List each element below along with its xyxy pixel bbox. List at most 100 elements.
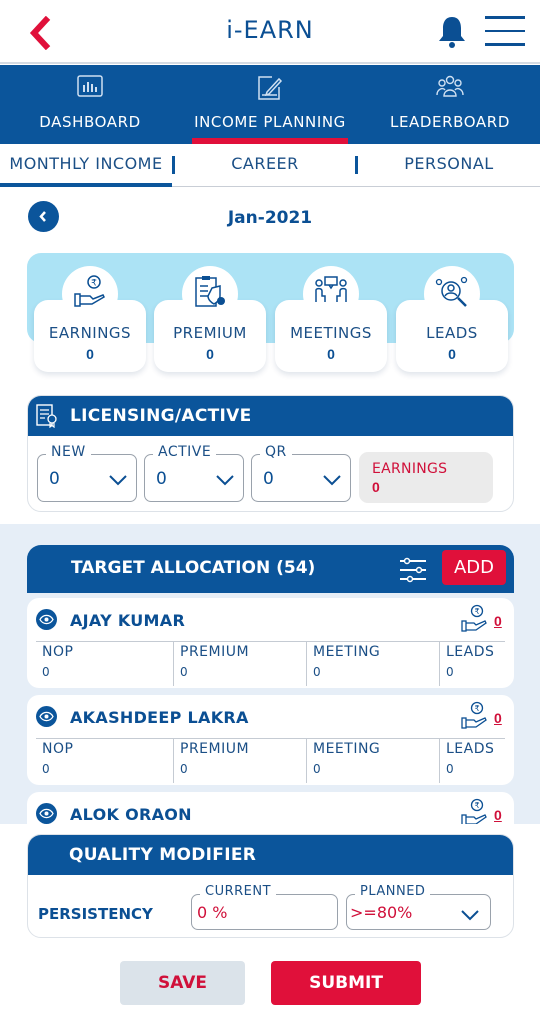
icon-bubble xyxy=(182,266,238,322)
select-value: 0 xyxy=(49,469,60,489)
sliders-icon xyxy=(400,557,426,583)
chevron-down-icon xyxy=(109,475,127,486)
select-label: NEW xyxy=(46,444,91,460)
icon-bubble xyxy=(303,266,359,322)
quality-modifier-panel: QUALITY MODIFIER PERSISTENCY CURRENT 0 %… xyxy=(27,834,514,938)
summary-value: 0 xyxy=(327,346,335,362)
svg-text:₹: ₹ xyxy=(474,801,479,810)
summary-value: 0 xyxy=(86,346,94,362)
metric-label: MEETING xyxy=(313,741,381,757)
chevron-down-icon xyxy=(323,475,341,486)
current-persistency-field[interactable]: CURRENT 0 % xyxy=(191,884,338,930)
summary-value: 0 xyxy=(448,346,456,362)
tab-label: INCOME PLANNING xyxy=(194,113,346,131)
licensing-header: LICENSING/ACTIVE xyxy=(28,396,513,436)
tab-leaderboard[interactable]: LEADERBOARD xyxy=(360,65,540,144)
subtab-personal[interactable]: PERSONAL xyxy=(358,144,540,186)
active-select[interactable]: ACTIVE 0 xyxy=(144,444,244,502)
metric-cell: MEETING 0 xyxy=(306,642,439,686)
metric-label: PREMIUM xyxy=(180,644,250,660)
quality-modifier-header: QUALITY MODIFIER xyxy=(28,835,513,875)
summary-label: PREMIUM xyxy=(173,324,247,342)
sub-nav: MONTHLY INCOME CAREER PERSONAL xyxy=(0,144,540,187)
metric-cell: LEADS 0 xyxy=(439,739,495,783)
metric-value: 0 xyxy=(180,665,188,679)
top-app-bar: i-EARN xyxy=(0,0,540,64)
target-allocation-title: TARGET ALLOCATION (54) xyxy=(71,558,316,578)
metric-cell: LEADS 0 xyxy=(439,642,495,686)
select-value: 0 xyxy=(263,469,274,489)
main-nav: DASHBOARD INCOME PLANNING LEADERBOARD xyxy=(0,65,540,144)
metric-cell: NOP 0 xyxy=(36,642,173,686)
metric-value: 0 xyxy=(446,665,454,679)
planned-persistency-select[interactable]: PLANNED >=80% xyxy=(346,884,491,930)
tab-label: LEADERBOARD xyxy=(390,113,510,131)
hamburger-line xyxy=(485,29,525,32)
metric-cell: PREMIUM 0 xyxy=(173,642,306,686)
view-agent-button[interactable] xyxy=(36,706,57,727)
agent-name: AJAY KUMAR xyxy=(70,611,186,630)
rupee-hand-icon: ₹ xyxy=(461,701,487,729)
notifications-button[interactable] xyxy=(436,14,468,50)
subtab-monthly-income[interactable]: MONTHLY INCOME xyxy=(0,144,172,187)
agent-card: AKASHDEEP LAKRA ₹0 NOP 0 PREMIUM 0 MEETING 0 LEA… xyxy=(27,695,514,785)
new-select[interactable]: NEW 0 xyxy=(37,444,137,502)
agent-name: ALOK ORAON xyxy=(70,805,192,824)
bar-chart-icon xyxy=(77,75,103,97)
meeting-icon xyxy=(315,276,347,302)
eye-icon xyxy=(39,808,54,819)
summary-card-meetings: MEETINGS 0 xyxy=(275,266,387,372)
earnings-label: EARNINGS xyxy=(372,461,448,477)
tab-income-planning[interactable]: INCOME PLANNING xyxy=(180,65,360,144)
leads-search-icon xyxy=(435,276,468,307)
subtab-career[interactable]: CAREER xyxy=(175,144,355,186)
metric-cell: NOP 0 xyxy=(36,739,173,783)
agent-metrics: NOP 0 PREMIUM 0 MEETING 0 LEADS 0 xyxy=(36,641,505,686)
metric-label: NOP xyxy=(42,644,74,660)
chevron-down-icon xyxy=(216,475,234,486)
persistency-label: PERSISTENCY xyxy=(38,905,153,923)
month-label: Jan-2021 xyxy=(227,208,313,228)
quality-modifier-title: QUALITY MODIFIER xyxy=(69,845,257,865)
summary-label: MEETINGS xyxy=(290,324,372,342)
menu-button[interactable] xyxy=(485,16,525,48)
agent-name: AKASHDEEP LAKRA xyxy=(70,708,249,727)
metric-label: PREMIUM xyxy=(180,741,250,757)
field-label: PLANNED xyxy=(355,884,431,899)
agent-earnings-link[interactable]: 0 xyxy=(494,613,502,629)
metric-cell: MEETING 0 xyxy=(306,739,439,783)
metric-label: LEADS xyxy=(446,644,495,660)
agent-metrics: NOP 0 PREMIUM 0 MEETING 0 LEADS 0 xyxy=(36,738,505,783)
metric-label: NOP xyxy=(42,741,74,757)
field-label: CURRENT xyxy=(200,884,277,899)
hamburger-menu-icon xyxy=(485,16,525,19)
svg-text:₹: ₹ xyxy=(474,607,479,616)
add-button[interactable]: ADD xyxy=(442,550,506,585)
hamburger-line xyxy=(485,43,525,46)
agent-earnings-link[interactable]: 0 xyxy=(494,710,502,726)
metric-label: LEADS xyxy=(446,741,495,757)
qr-select[interactable]: QR 0 xyxy=(251,444,351,502)
target-allocation-header: TARGET ALLOCATION (54) ADD xyxy=(27,545,514,593)
summary-card-leads: LEADS 0 xyxy=(396,266,508,372)
summary-value: 0 xyxy=(206,346,214,362)
month-selector: Jan-2021 xyxy=(0,196,540,236)
agent-earnings-link[interactable]: 0 xyxy=(494,807,502,823)
icon-bubble: ₹ xyxy=(62,266,118,322)
chevron-down-icon xyxy=(461,910,479,921)
bell-icon xyxy=(439,17,465,48)
summary-label: EARNINGS xyxy=(48,324,132,342)
agent-card: AJAY KUMAR ₹0 NOP 0 PREMIUM 0 MEETING 0 LEADS 0 xyxy=(27,598,514,688)
select-value: 0 xyxy=(156,469,167,489)
svg-text:₹: ₹ xyxy=(91,279,97,289)
view-agent-button[interactable] xyxy=(36,609,57,630)
tab-dashboard[interactable]: DASHBOARD xyxy=(0,65,180,144)
filter-button[interactable] xyxy=(398,557,428,583)
submit-button[interactable]: SUBMIT xyxy=(271,961,421,1005)
metric-label: MEETING xyxy=(313,644,381,660)
view-agent-button[interactable] xyxy=(36,803,57,824)
earnings-value: 0 xyxy=(372,479,380,495)
summary-label: LEADS xyxy=(426,324,478,342)
save-button[interactable]: SAVE xyxy=(120,961,245,1005)
summary-card-earnings: ₹ EARNINGS 0 xyxy=(34,266,146,372)
